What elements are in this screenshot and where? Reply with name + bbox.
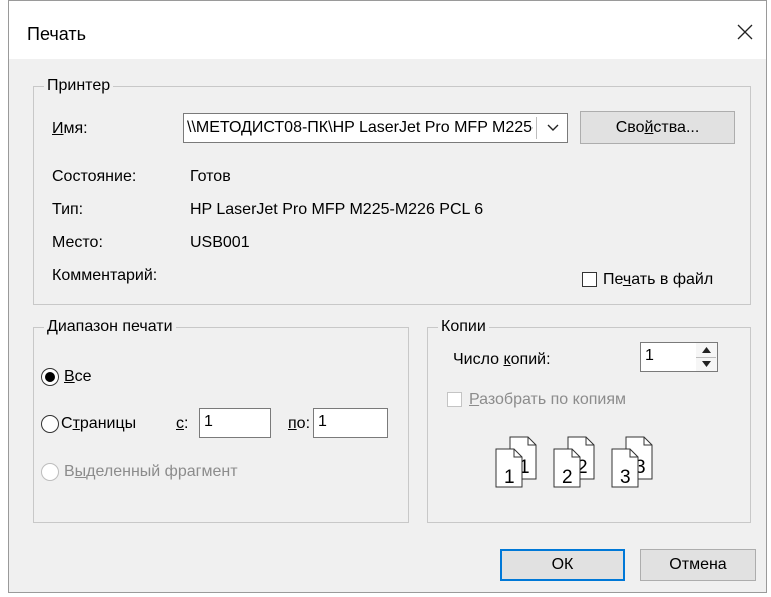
page-number: 1 (504, 467, 515, 488)
type-label: Тип: (52, 201, 84, 218)
location-label: Место: (52, 234, 103, 251)
ok-button[interactable]: ОК (500, 549, 625, 581)
copies-count-input[interactable]: 1 (640, 342, 697, 372)
copies-spinner[interactable] (696, 342, 718, 372)
title-bar: Печать (9, 1, 766, 59)
properties-button[interactable]: Сво й ства... (580, 111, 735, 144)
location-value: USB001 (190, 234, 250, 251)
copies-label: Копии (438, 318, 489, 336)
status-value: Готов (190, 168, 231, 185)
page-stack-3: 3 3 (611, 436, 653, 488)
spin-down-icon[interactable] (696, 357, 716, 371)
printer-name-label: Имя: (52, 120, 88, 137)
print-range-label: Диапазон печати (44, 318, 176, 336)
page-number: 3 (620, 467, 631, 488)
collate-checkbox[interactable] (447, 392, 462, 407)
comment-label: Комментарий: (52, 267, 158, 284)
printer-group-label: Принтер (44, 77, 114, 95)
collate-label[interactable]: Разобрать по копиям (469, 390, 626, 410)
to-label: по: (288, 415, 311, 432)
range-all-label[interactable]: Все (64, 367, 92, 387)
dialog-title: Печать (27, 24, 86, 44)
close-icon (737, 24, 753, 40)
printer-name-select[interactable]: \\МЕТОДИСТ08-ПК\HP LaserJet Pro MFP M225… (183, 113, 568, 143)
page-stack-2: 2 2 (553, 436, 595, 488)
from-label: с: (176, 415, 189, 432)
range-pages-label[interactable]: Страницы (61, 414, 136, 434)
range-selection-label[interactable]: Выделенный фрагмент (64, 462, 238, 482)
chevron-down-icon[interactable] (539, 114, 567, 142)
cancel-button[interactable]: Отмена (640, 549, 756, 581)
from-page-input[interactable]: 1 (199, 408, 271, 438)
range-selection-radio[interactable] (41, 463, 59, 481)
page-number: 2 (562, 467, 573, 488)
close-button[interactable] (728, 15, 762, 49)
type-value: HP LaserJet Pro MFP M225-M226 PCL 6 (190, 201, 484, 218)
copies-count-label: Число копий: (453, 351, 551, 368)
range-all-radio[interactable] (41, 368, 59, 386)
spin-up-icon[interactable] (696, 343, 716, 358)
print-to-file-checkbox[interactable] (582, 272, 597, 287)
range-pages-radio[interactable] (41, 415, 59, 433)
print-to-file-label[interactable]: Печать в файл (603, 270, 713, 290)
page-stack-1: 1 1 (495, 436, 537, 488)
printer-name-value: \\МЕТОДИСТ08-ПК\HP LaserJet Pro MFP M225… (187, 119, 533, 136)
collate-illustration: 1 1 2 2 3 3 (495, 436, 653, 488)
status-label: Состояние: (52, 168, 137, 185)
to-page-input[interactable]: 1 (313, 408, 388, 438)
